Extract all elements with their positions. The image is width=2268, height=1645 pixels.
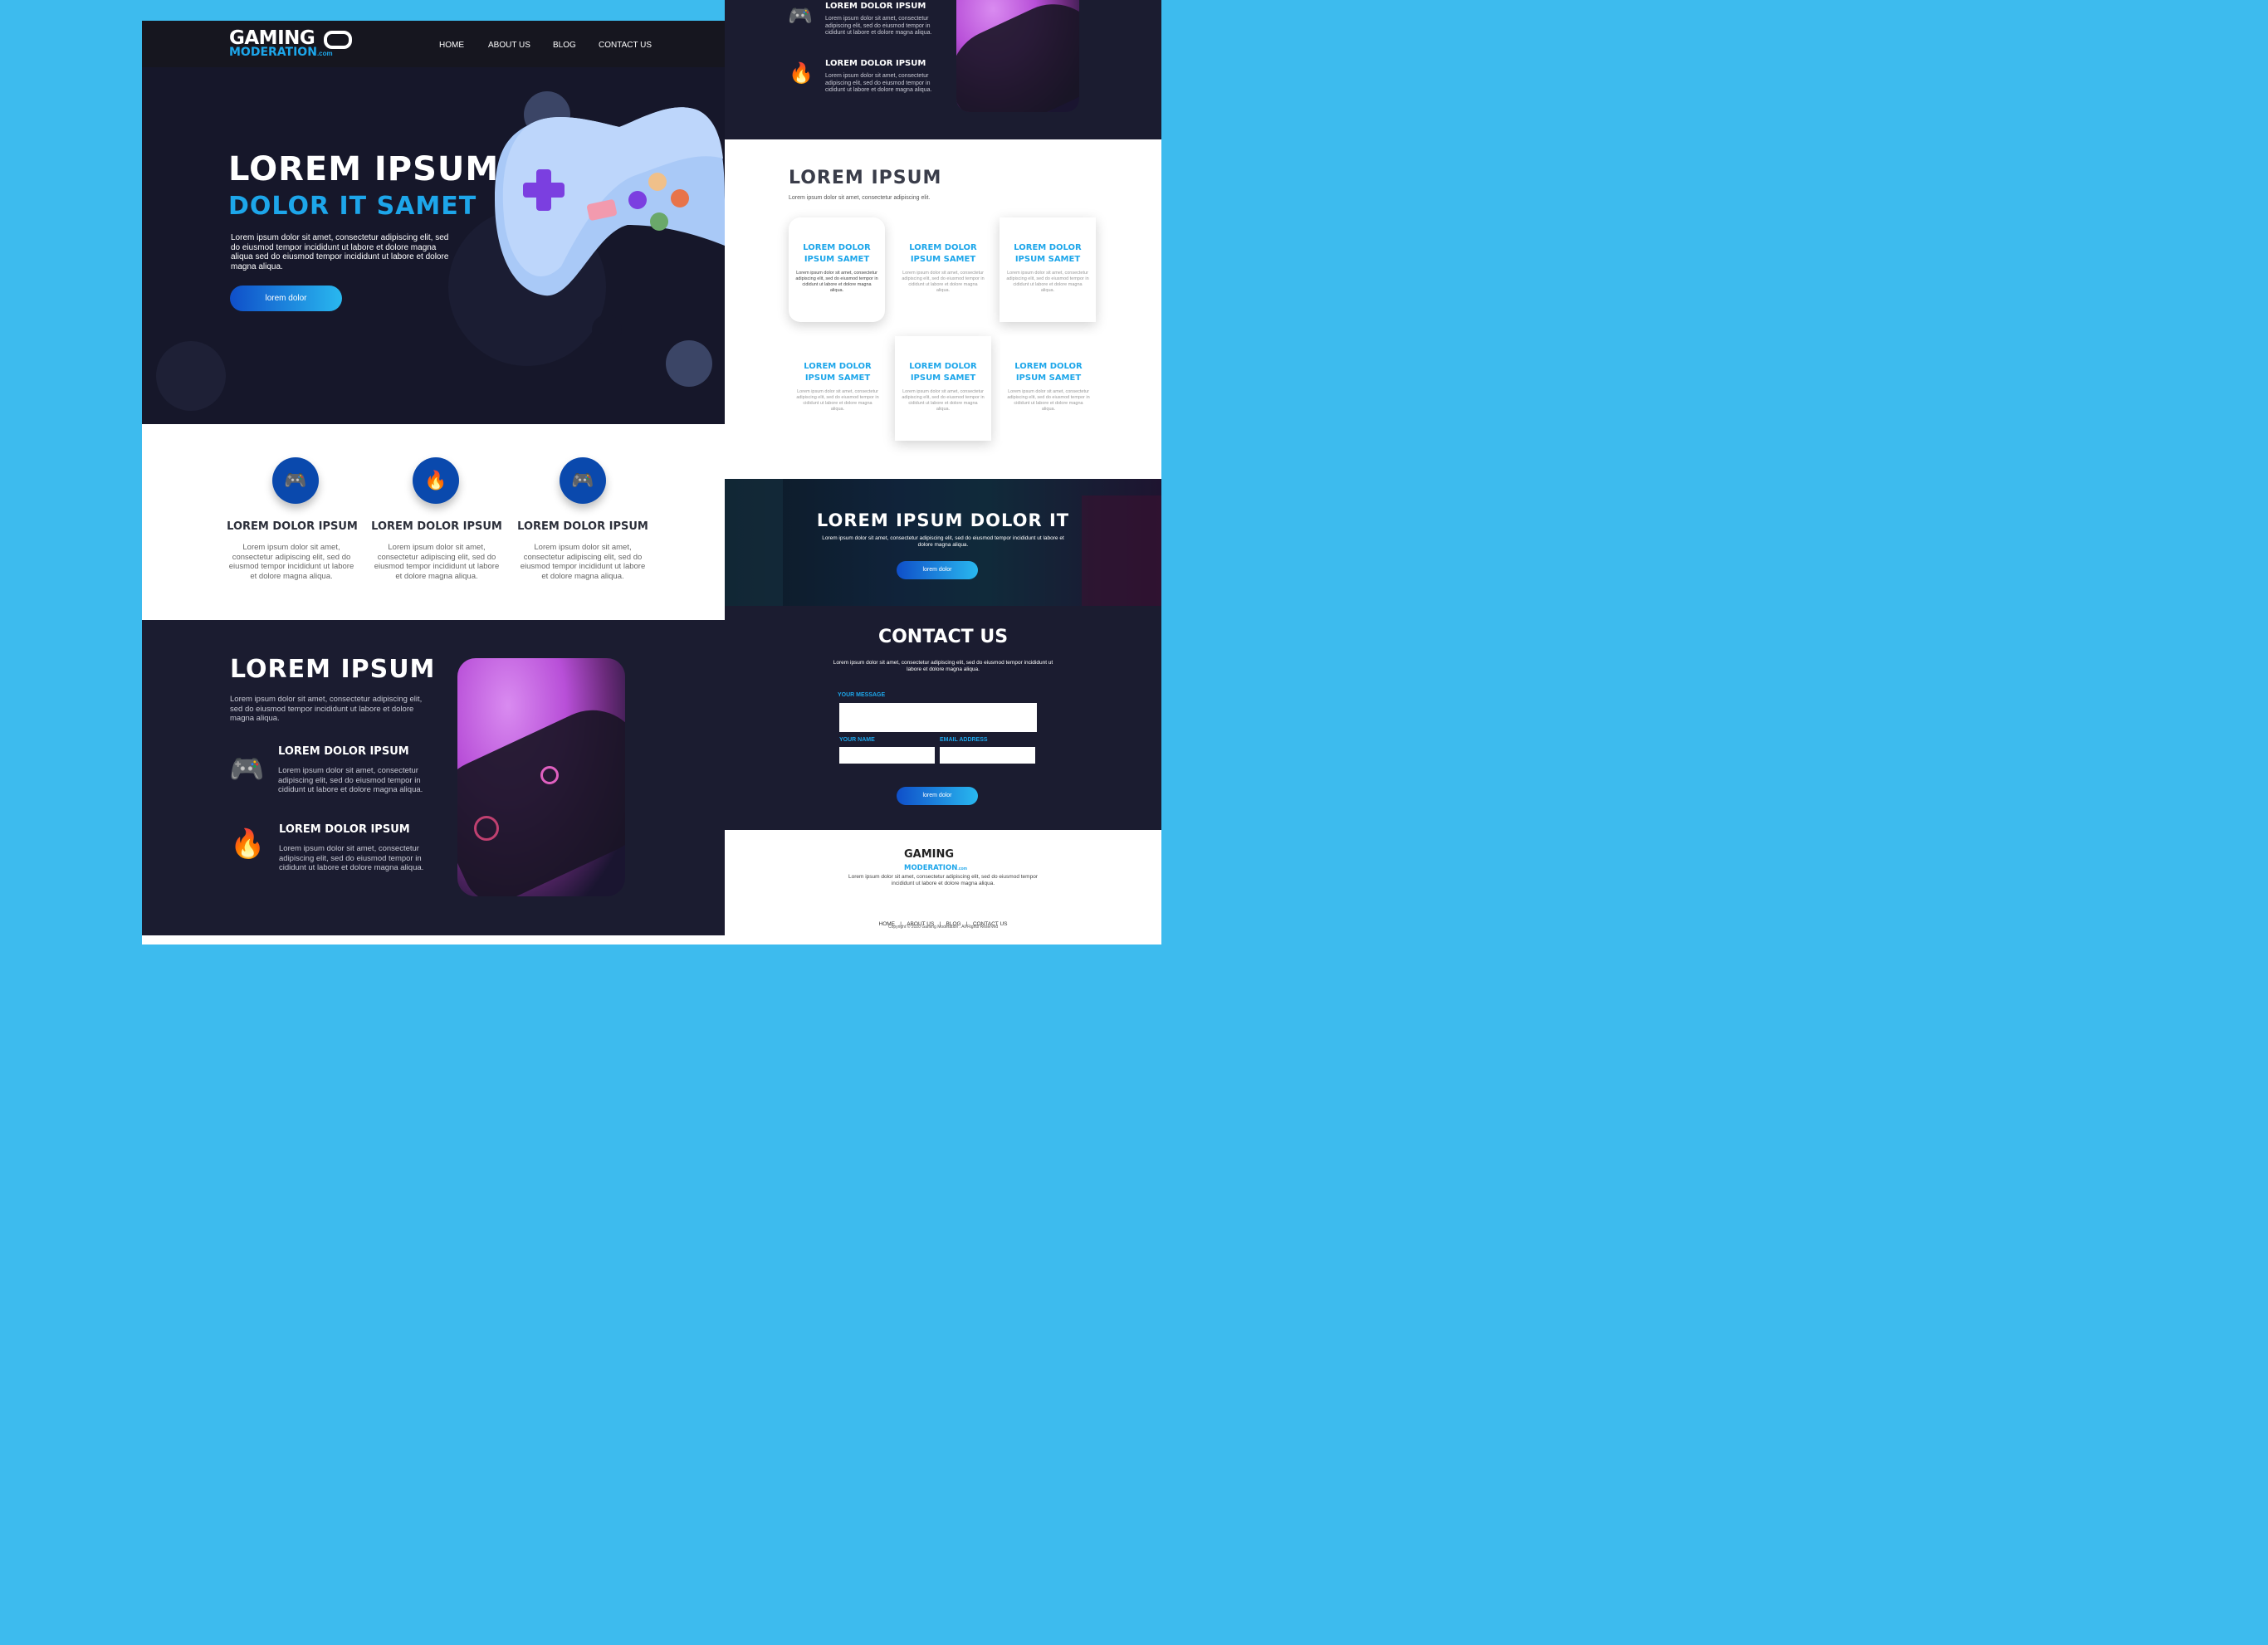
- hero-section: LOREM IPSUM DOLOR IT SAMET Lorem ipsum d…: [142, 67, 725, 424]
- name-label: YOUR NAME: [839, 737, 875, 743]
- about-section: LOREM IPSUM Lorem ipsum dolor sit amet, …: [142, 620, 725, 935]
- service-card[interactable]: LOREM DOLOR IPSUM SAMET Lorem ipsum dolo…: [1000, 336, 1097, 441]
- cta-banner: LOREM IPSUM DOLOR IT Lorem ipsum dolor s…: [725, 479, 1161, 606]
- hero-text: Lorem ipsum dolor sit amet, consectetur …: [231, 233, 449, 271]
- feature-gamepad-icon: 🎮: [560, 457, 606, 504]
- card-text: Lorem ipsum dolor sit amet, consectetur …: [795, 271, 878, 293]
- logo-line2: MODERATION: [229, 46, 317, 59]
- contact-submit-button[interactable]: lorem dolor: [897, 787, 978, 805]
- banner-button[interactable]: lorem dolor: [897, 561, 978, 579]
- controller-photo: [457, 658, 625, 896]
- gamepad-illustration-icon: [495, 107, 725, 296]
- about-fire-icon: 🔥: [230, 828, 266, 860]
- logo-tld: .com: [316, 50, 333, 57]
- decor-circle: [156, 341, 226, 411]
- card-title: LOREM DOLOR IPSUM SAMET: [1014, 362, 1083, 383]
- card-text: Lorem ipsum dolor sit amet, consectetur …: [902, 389, 985, 412]
- arcade-machine-decor: [725, 479, 783, 606]
- contact-text: Lorem ipsum dolor sit amet, consectetur …: [833, 660, 1053, 672]
- services-text: Lorem ipsum dolor sit amet, consectetur …: [789, 195, 931, 201]
- decor-circle: [666, 340, 712, 387]
- rtop-item-title: LOREM DOLOR IPSUM: [825, 59, 926, 68]
- feature-text: Lorem ipsum dolor sit amet, consectetur …: [228, 543, 354, 581]
- feature-gamepad-icon: 🎮: [272, 457, 319, 504]
- card-title: LOREM DOLOR IPSUM SAMET: [909, 362, 977, 383]
- about-text: Lorem ipsum dolor sit amet, consectetur …: [230, 695, 423, 723]
- feature-title: LOREM DOLOR IPSUM: [227, 520, 358, 533]
- right-page: 🎮 LOREM DOLOR IPSUM Lorem ipsum dolor si…: [725, 0, 1161, 945]
- feature-fire-icon: 🔥: [413, 457, 459, 504]
- nav-blog[interactable]: BLOG: [553, 41, 576, 50]
- about-title: LOREM IPSUM: [230, 655, 436, 684]
- contact-section: CONTACT US Lorem ipsum dolor sit amet, c…: [725, 606, 1161, 830]
- footer-logo[interactable]: GAMING MODERATION.com: [904, 848, 967, 874]
- email-label: EMAIL ADDRESS: [940, 737, 988, 743]
- rtop-item-text: Lorem ipsum dolor sit amet, consectetur …: [825, 73, 932, 93]
- about-item-text: Lorem ipsum dolor sit amet, consectetur …: [279, 844, 424, 872]
- features-section: 🎮 🔥 🎮 LOREM DOLOR IPSUM LOREM DOLOR IPSU…: [142, 424, 725, 620]
- controller-stick: [474, 816, 499, 841]
- card-text: Lorem ipsum dolor sit amet, consectetur …: [902, 271, 985, 293]
- decor-circle: [592, 315, 622, 344]
- controller-shape: [956, 0, 1079, 112]
- about-item-title: LOREM DOLOR IPSUM: [279, 823, 410, 836]
- service-card[interactable]: LOREM DOLOR IPSUM SAMET Lorem ipsum dolo…: [789, 217, 885, 322]
- nav-about-us[interactable]: ABOUT US: [488, 41, 530, 50]
- nav-contact-us[interactable]: CONTACT US: [599, 41, 652, 50]
- about-item-text: Lorem ipsum dolor sit amet, consectetur …: [278, 766, 423, 794]
- card-text: Lorem ipsum dolor sit amet, consectetur …: [1007, 389, 1090, 412]
- footer-logo-line2: MODERATION: [904, 864, 958, 872]
- about-item-title: LOREM DOLOR IPSUM: [278, 745, 409, 758]
- contact-title: CONTACT US: [877, 627, 1009, 647]
- name-input[interactable]: [839, 747, 935, 764]
- footer-text: Lorem ipsum dolor sit amet, consectetur …: [848, 874, 1038, 886]
- services-title: LOREM IPSUM: [789, 168, 942, 188]
- service-card[interactable]: LOREM DOLOR IPSUM SAMET Lorem ipsum dolo…: [895, 336, 991, 441]
- feature-title: LOREM DOLOR IPSUM: [517, 520, 648, 533]
- footer-copyright: Copyright © 2020 Gaming Moderation . All…: [887, 925, 999, 930]
- card-title: LOREM DOLOR IPSUM SAMET: [1014, 243, 1082, 264]
- top-nav: GAMING MODERATION.com HOME ABOUT US BLOG…: [142, 21, 725, 67]
- rtop-fire-icon: 🔥: [789, 62, 814, 85]
- footer: GAMING MODERATION.com Lorem ipsum dolor …: [725, 830, 1161, 945]
- footer-logo-tld: .com: [957, 866, 967, 871]
- service-card[interactable]: LOREM DOLOR IPSUM SAMET Lorem ipsum dolo…: [895, 217, 991, 322]
- hero-title: LOREM IPSUM: [228, 150, 500, 188]
- banner-title: LOREM IPSUM DOLOR IT: [816, 510, 1070, 530]
- hero-subtitle: DOLOR IT SAMET: [228, 192, 477, 221]
- rtop-item-title: LOREM DOLOR IPSUM: [825, 2, 926, 11]
- hero-cta-button[interactable]: lorem dolor: [230, 286, 342, 311]
- about-gamepad-icon: 🎮: [229, 754, 265, 785]
- message-label: YOUR MESSAGE: [838, 692, 886, 698]
- service-card[interactable]: LOREM DOLOR IPSUM SAMET Lorem ipsum dolo…: [1000, 217, 1096, 322]
- card-text: Lorem ipsum dolor sit amet, consectetur …: [796, 389, 879, 412]
- nav-home[interactable]: HOME: [439, 41, 464, 50]
- service-card[interactable]: LOREM DOLOR IPSUM SAMET Lorem ipsum dolo…: [789, 336, 886, 441]
- logo-gamepad-icon: [324, 31, 352, 49]
- feature-text: Lorem ipsum dolor sit amet, consectetur …: [520, 543, 646, 581]
- email-input[interactable]: [940, 747, 1035, 764]
- controller-button: [540, 766, 559, 784]
- right-top-section: 🎮 LOREM DOLOR IPSUM Lorem ipsum dolor si…: [725, 0, 1161, 139]
- controller-photo-small: [956, 0, 1079, 112]
- controller-shape: [457, 694, 625, 896]
- feature-title: LOREM DOLOR IPSUM: [371, 520, 502, 533]
- feature-text: Lorem ipsum dolor sit amet, consectetur …: [374, 543, 500, 581]
- message-input[interactable]: [839, 703, 1037, 732]
- banner-text: Lorem ipsum dolor sit amet, consectetur …: [822, 535, 1064, 548]
- left-bottom-strip: [142, 935, 725, 945]
- left-page: GAMING MODERATION.com HOME ABOUT US BLOG…: [142, 21, 725, 945]
- card-title: LOREM DOLOR IPSUM SAMET: [909, 243, 977, 264]
- rtop-item-text: Lorem ipsum dolor sit amet, consectetur …: [825, 16, 932, 36]
- logo[interactable]: GAMING MODERATION.com: [229, 27, 352, 60]
- card-text: Lorem ipsum dolor sit amet, consectetur …: [1006, 271, 1089, 293]
- card-title: LOREM DOLOR IPSUM SAMET: [803, 243, 871, 264]
- card-title: LOREM DOLOR IPSUM SAMET: [804, 362, 872, 383]
- rtop-gamepad-icon: 🎮: [788, 5, 813, 27]
